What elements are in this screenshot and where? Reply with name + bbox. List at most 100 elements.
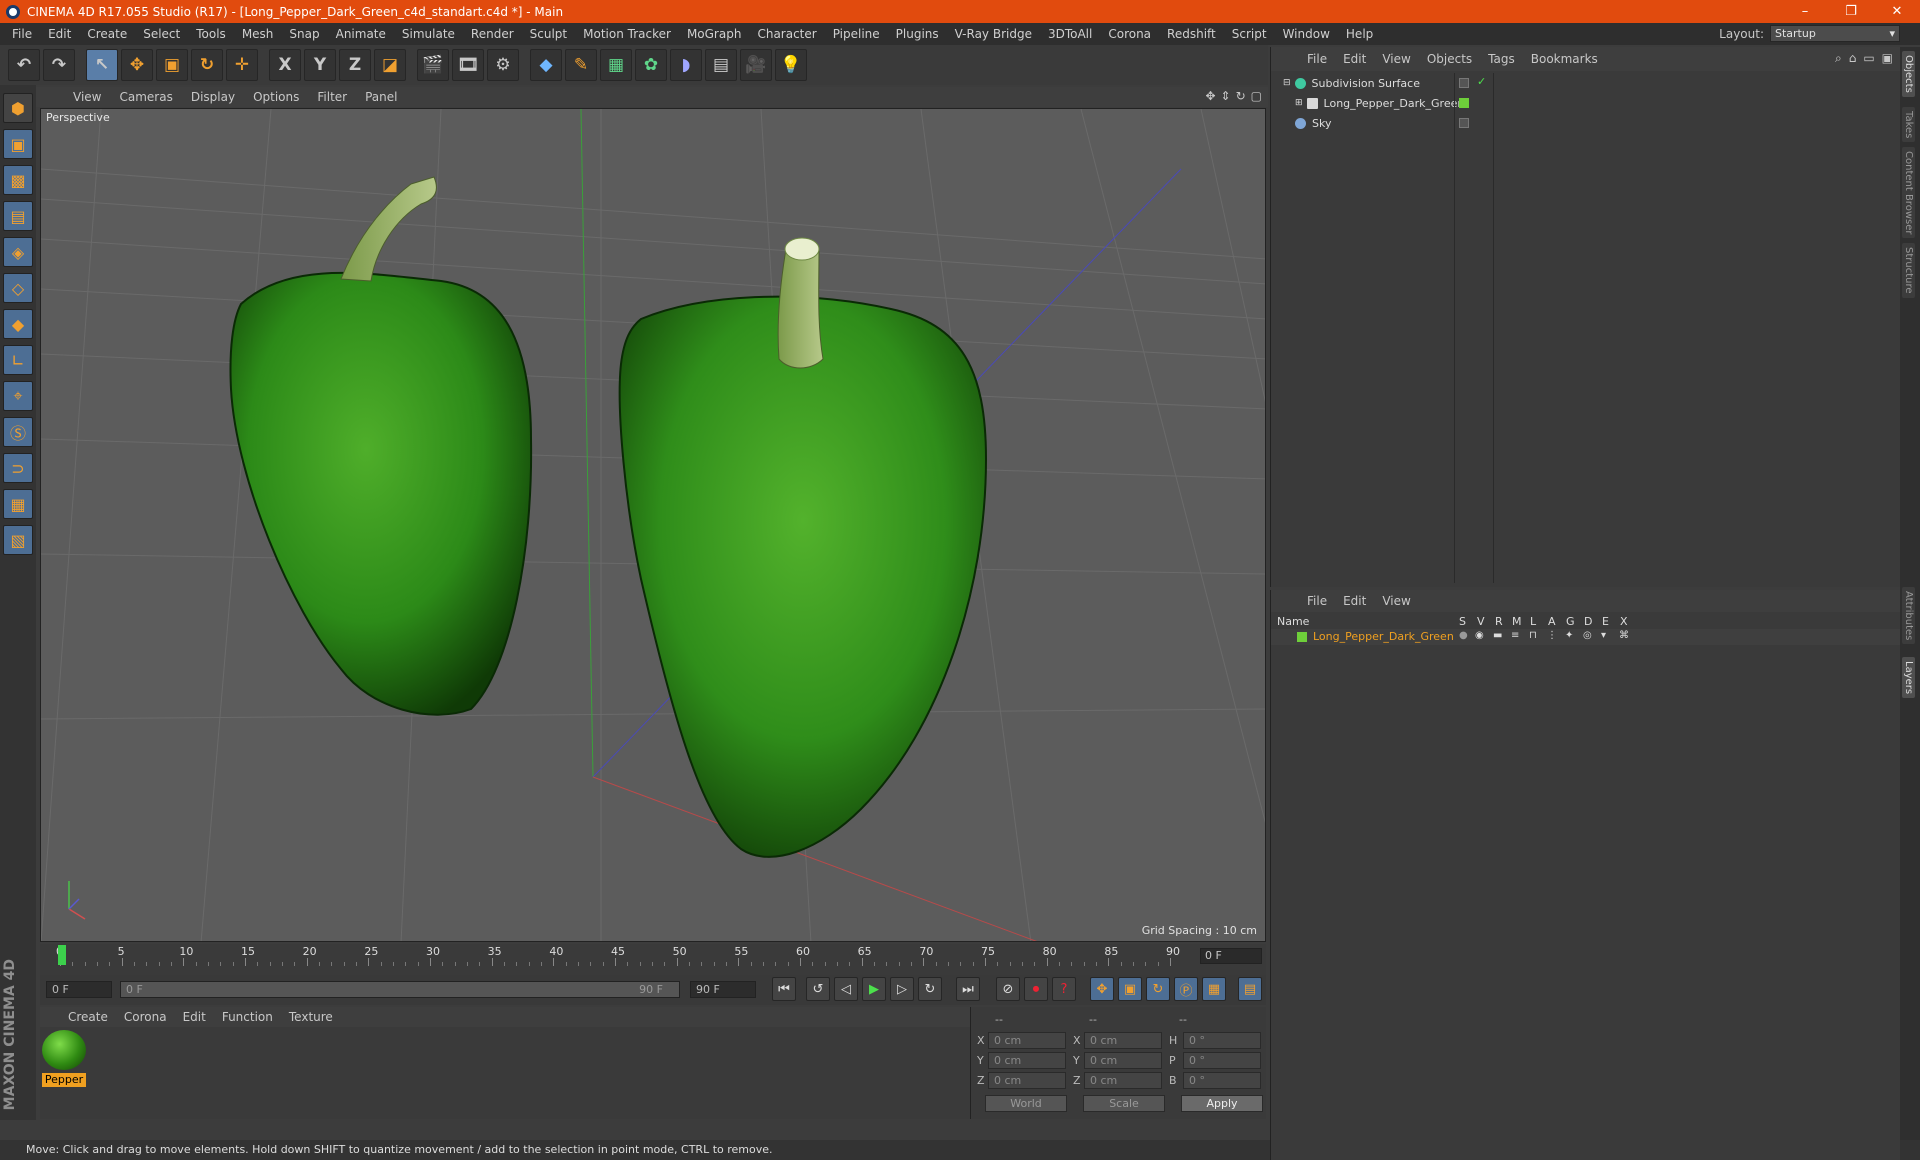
layer-name[interactable]: Long_Pepper_Dark_Green (1313, 630, 1454, 643)
solo-mode-icon[interactable]: Ⓢ (3, 417, 33, 447)
pepper-left[interactable] (229, 176, 533, 716)
material-name-label[interactable]: Pepper (42, 1073, 86, 1087)
layer-lock-icon[interactable]: ⊓ (1529, 630, 1537, 641)
menu-mograph[interactable]: MoGraph (679, 27, 750, 41)
menu-script[interactable]: Script (1224, 27, 1275, 41)
key-rotation-icon[interactable]: ↻ (1146, 977, 1170, 1001)
apply-button[interactable]: Apply (1181, 1095, 1263, 1112)
viewport-menu-panel[interactable]: Panel (356, 90, 406, 104)
polygons-mode-icon[interactable]: ◆ (3, 309, 33, 339)
material-menu-function[interactable]: Function (214, 1010, 281, 1024)
menu-plugins[interactable]: Plugins (888, 27, 947, 41)
objects-menu-file[interactable]: File (1299, 52, 1335, 66)
scale-tool-icon[interactable]: ▣ (156, 49, 188, 81)
make-editable-icon[interactable]: ⬢ (3, 93, 33, 123)
snap-magnet-icon[interactable]: ⊃ (3, 453, 33, 483)
current-frame-field[interactable]: 0 F (1200, 948, 1262, 964)
grid-snap-icon[interactable]: ▧ (3, 525, 33, 555)
maximize-button[interactable]: ❐ (1828, 0, 1874, 23)
menu-select[interactable]: Select (135, 27, 188, 41)
layer-color-swatch[interactable] (1297, 632, 1307, 642)
menu-simulate[interactable]: Simulate (394, 27, 463, 41)
material-pepper-preview[interactable] (42, 1030, 86, 1070)
tab-layers[interactable]: Layers (1902, 657, 1915, 699)
goto-next-key-icon[interactable]: ↻ (918, 977, 942, 1001)
cube-primitive-icon[interactable]: ◆ (530, 49, 562, 81)
end-frame-field[interactable]: 90 F (690, 981, 756, 998)
position-z-field[interactable]: 0 cm (988, 1072, 1066, 1089)
timeline-window-icon[interactable]: ▤ (1238, 977, 1262, 1001)
light-icon[interactable]: 💡 (775, 49, 807, 81)
points-mode-icon[interactable]: ◈ (3, 237, 33, 267)
material-menu-create[interactable]: Create (60, 1010, 116, 1024)
viewport-menu-display[interactable]: Display (182, 90, 244, 104)
layer-manager-icon[interactable]: ≡ (1511, 630, 1519, 641)
layer-render-icon[interactable]: ▬ (1493, 630, 1502, 641)
pan-view-icon[interactable]: ✥ (1205, 89, 1215, 103)
workplane-mode-icon[interactable]: ▤ (3, 201, 33, 231)
subdivision-generator-icon[interactable]: ▦ (600, 49, 632, 81)
tweak-mode-icon[interactable]: ⌖ (3, 381, 33, 411)
workplane-lock-icon[interactable]: ▦ (3, 489, 33, 519)
material-menu-texture[interactable]: Texture (281, 1010, 341, 1024)
tree-item-sky[interactable]: Sky (1271, 113, 1901, 133)
motion-record-icon[interactable]: ⊘ (996, 977, 1020, 1001)
viewport-menu-options[interactable]: Options (244, 90, 308, 104)
autokey-icon[interactable]: ? (1052, 977, 1076, 1001)
axis-y-lock-button[interactable]: Y (304, 49, 336, 81)
layers-menu-edit[interactable]: Edit (1335, 594, 1374, 608)
position-x-field[interactable]: 0 cm (988, 1032, 1066, 1049)
objects-menu-tags[interactable]: Tags (1480, 52, 1523, 66)
axis-mode-icon[interactable]: ∟ (3, 345, 33, 375)
size-y-field[interactable]: 0 cm (1084, 1052, 1162, 1069)
layer-color-swatch[interactable] (1459, 98, 1469, 108)
toggle-layout-icon[interactable]: ▢ (1251, 89, 1262, 103)
viewport-menu-view[interactable]: View (64, 90, 110, 104)
rotation-h-field[interactable]: 0 ° (1183, 1032, 1261, 1049)
layers-menu-view[interactable]: View (1374, 594, 1418, 608)
pepper-right[interactable] (618, 237, 988, 858)
rotate-tool-icon[interactable]: ↻ (191, 49, 223, 81)
transform-tool-icon[interactable]: ✛ (226, 49, 258, 81)
pen-spline-icon[interactable]: ✎ (565, 49, 597, 81)
undo-button[interactable]: ↶ (8, 49, 40, 81)
timeline-ruler[interactable]: 051015202530354045505560657075808590 0 F (40, 944, 1266, 978)
floor-scene-icon[interactable]: ▤ (705, 49, 737, 81)
new-window-icon[interactable]: ▭ (1863, 51, 1874, 66)
layer-deformers-icon[interactable]: ◎ (1583, 630, 1592, 641)
render-picture-viewer-icon[interactable]: 🎞 (452, 49, 484, 81)
mograph-cloner-icon[interactable]: ✿ (635, 49, 667, 81)
select-tool-icon[interactable]: ↖ (86, 49, 118, 81)
axis-x-lock-button[interactable]: X (269, 49, 301, 81)
menu-render[interactable]: Render (463, 27, 522, 41)
render-settings-icon[interactable]: ⚙ (487, 49, 519, 81)
texture-mode-icon[interactable]: ▩ (3, 165, 33, 195)
search-icon[interactable]: ⌕ (1835, 51, 1842, 66)
key-position-icon[interactable]: ✥ (1090, 977, 1114, 1001)
prev-frame-icon[interactable]: ◁ (834, 977, 858, 1001)
tree-item-subdivision-surface[interactable]: ⊟ Subdivision Surface ✓ (1271, 73, 1901, 93)
layout-select[interactable]: Startup (1770, 25, 1900, 42)
menu-character[interactable]: Character (749, 27, 824, 41)
goto-start-icon[interactable]: ⏮ (772, 977, 796, 1001)
tab-structure[interactable]: Structure (1902, 243, 1915, 298)
orbit-view-icon[interactable]: ↻ (1236, 89, 1246, 103)
start-frame-field[interactable]: 0 F (46, 981, 112, 998)
menu-mesh[interactable]: Mesh (234, 27, 282, 41)
position-y-field[interactable]: 0 cm (988, 1052, 1066, 1069)
enabled-check-icon[interactable]: ✓ (1477, 75, 1486, 88)
panel-options-icon[interactable]: ▣ (1882, 51, 1893, 66)
record-active-icon[interactable]: ⏺ (1024, 977, 1048, 1001)
goto-end-icon[interactable]: ⏭ (956, 977, 980, 1001)
menu-3dtoall[interactable]: 3DToAll (1040, 27, 1100, 41)
layer-xref-icon[interactable]: ⌘ (1619, 630, 1629, 641)
tab-takes[interactable]: Takes (1902, 107, 1915, 143)
menu-redshift[interactable]: Redshift (1159, 27, 1224, 41)
preview-range-slider[interactable]: 0 F 90 F (120, 981, 680, 998)
menu-pipeline[interactable]: Pipeline (825, 27, 888, 41)
objects-menu-view[interactable]: View (1374, 52, 1418, 66)
menu-corona[interactable]: Corona (1100, 27, 1159, 41)
menu-window[interactable]: Window (1275, 27, 1338, 41)
goto-prev-key-icon[interactable]: ↺ (806, 977, 830, 1001)
menu-vray-bridge[interactable]: V-Ray Bridge (947, 27, 1040, 41)
